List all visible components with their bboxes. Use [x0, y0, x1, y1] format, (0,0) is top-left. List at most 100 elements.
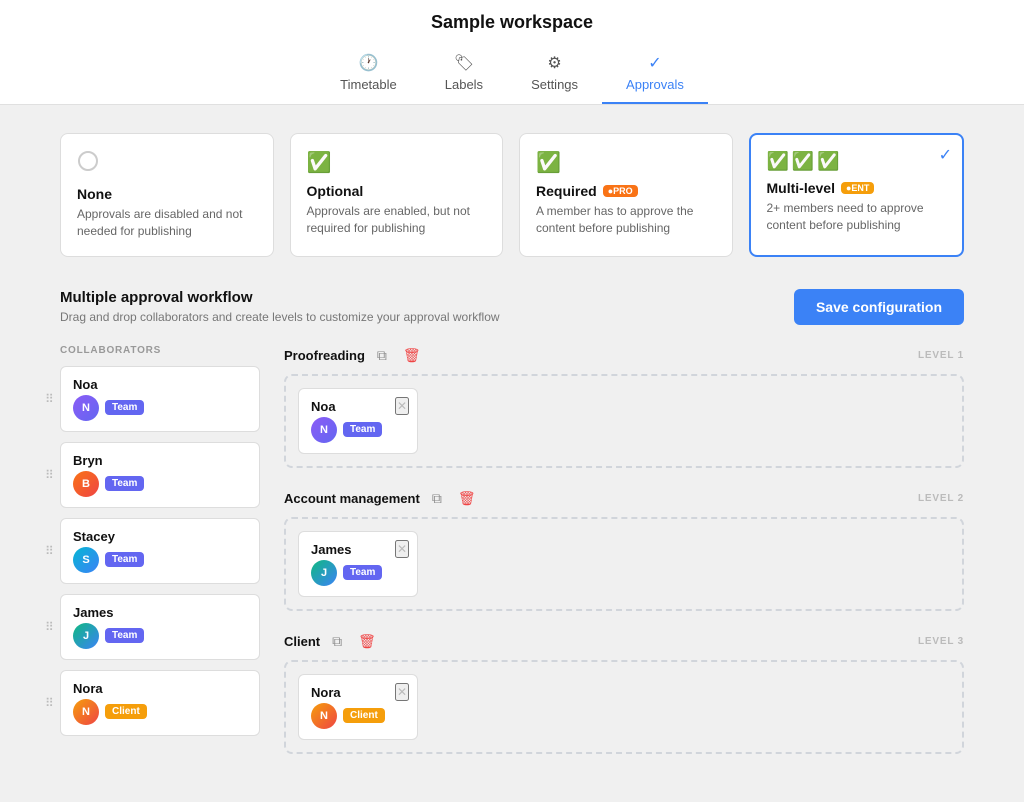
level-1-avatar-noa: N: [311, 417, 337, 443]
multilevel-icons: ✅ ✅ ✅: [767, 151, 947, 172]
level-2-section: Account management ⧉ 🗑 LEVEL 2 ✕ James J: [284, 488, 964, 611]
main-content: None Approvals are disabled and not need…: [0, 105, 1024, 802]
top-bar: Sample workspace 🕐 Timetable 🏷 Labels ⚙ …: [0, 0, 1024, 105]
collaborators-column: COLLABORATORS ⠿ Noa N Team ⠿ Bryn B: [60, 345, 260, 774]
tag-james: Team: [105, 628, 144, 643]
collaborator-stacey[interactable]: ⠿ Stacey S Team: [60, 518, 260, 584]
level-1-drop-zone[interactable]: ✕ Noa N Team: [284, 374, 964, 468]
drag-handle-noa[interactable]: ⠿: [45, 392, 54, 406]
level-1-label: LEVEL 1: [918, 350, 964, 361]
labels-icon: 🏷: [454, 53, 474, 73]
optional-desc: Approvals are enabled, but not required …: [307, 203, 487, 237]
multilevel-selected-check: ✓: [939, 145, 952, 165]
optional-icon: ✅: [307, 150, 487, 175]
avatar-james: J: [73, 623, 99, 649]
check-icon-3: ✅: [817, 151, 839, 172]
drag-handle-james[interactable]: ⠿: [45, 620, 54, 634]
level-3-member-nora-close[interactable]: ✕: [395, 683, 409, 701]
drag-handle-nora[interactable]: ⠿: [45, 696, 54, 710]
level-3-title: Client: [284, 634, 320, 649]
approval-card-multilevel[interactable]: ✓ ✅ ✅ ✅ Multi-level ●ENT 2+ members need…: [749, 133, 965, 257]
level-2-member-james-name: James: [311, 542, 382, 557]
level-3-section: Client ⧉ 🗑 LEVEL 3 ✕ Nora N Client: [284, 631, 964, 754]
avatar-bryn: B: [73, 471, 99, 497]
level-3-drop-zone[interactable]: ✕ Nora N Client: [284, 660, 964, 754]
level-3-delete-button[interactable]: 🗑: [354, 631, 380, 652]
tab-approvals-label: Approvals: [626, 77, 684, 92]
level-3-header: Client ⧉ 🗑 LEVEL 3: [284, 631, 964, 652]
collab-name-stacey: Stacey: [73, 529, 144, 544]
page-title: Sample workspace: [0, 12, 1024, 33]
approvals-icon: ✓: [648, 53, 661, 73]
level-1-title: Proofreading: [284, 348, 365, 363]
tag-bryn: Team: [105, 476, 144, 491]
approval-card-none[interactable]: None Approvals are disabled and not need…: [60, 133, 274, 257]
collab-name-james: James: [73, 605, 144, 620]
level-2-label: LEVEL 2: [918, 493, 964, 504]
drag-handle-bryn[interactable]: ⠿: [45, 468, 54, 482]
level-2-drop-zone[interactable]: ✕ James J Team: [284, 517, 964, 611]
level-1-member-noa: ✕ Noa N Team: [298, 388, 418, 454]
level-3-tag-nora: Client: [343, 708, 385, 723]
level-2-header: Account management ⧉ 🗑 LEVEL 2: [284, 488, 964, 509]
level-2-tag-james: Team: [343, 565, 382, 580]
level-3-member-nora: ✕ Nora N Client: [298, 674, 418, 740]
level-3-copy-button[interactable]: ⧉: [328, 631, 346, 652]
check-icon-1: ✅: [767, 151, 789, 172]
tab-settings[interactable]: ⚙ Settings: [507, 45, 602, 104]
level-2-avatar-james: J: [311, 560, 337, 586]
collaborator-noa[interactable]: ⠿ Noa N Team: [60, 366, 260, 432]
save-configuration-button[interactable]: Save configuration: [794, 289, 964, 325]
required-title: Required ●PRO: [536, 183, 716, 199]
multilevel-title: Multi-level ●ENT: [767, 180, 947, 196]
level-3-avatar-nora: N: [311, 703, 337, 729]
approval-card-required[interactable]: ✅ Required ●PRO A member has to approve …: [519, 133, 733, 257]
drag-handle-stacey[interactable]: ⠿: [45, 544, 54, 558]
timetable-icon: 🕐: [358, 53, 378, 73]
level-1-delete-button[interactable]: 🗑: [399, 345, 425, 366]
tab-timetable[interactable]: 🕐 Timetable: [316, 45, 421, 104]
collab-name-noa: Noa: [73, 377, 144, 392]
approval-card-optional[interactable]: ✅ Optional Approvals are enabled, but no…: [290, 133, 504, 257]
tag-noa: Team: [105, 400, 144, 415]
avatar-noa: N: [73, 395, 99, 421]
workflow-info: Multiple approval workflow Drag and drop…: [60, 289, 500, 324]
tabs-container: 🕐 Timetable 🏷 Labels ⚙ Settings ✓ Approv…: [0, 45, 1024, 104]
level-1-tag-noa: Team: [343, 422, 382, 437]
level-1-header: Proofreading ⧉ 🗑 LEVEL 1: [284, 345, 964, 366]
level-2-delete-button[interactable]: 🗑: [454, 488, 480, 509]
check-icon-2: ✅: [792, 151, 814, 172]
none-title: None: [77, 186, 257, 202]
level-2-member-james-close[interactable]: ✕: [395, 540, 409, 558]
level-3-label: LEVEL 3: [918, 636, 964, 647]
tab-settings-label: Settings: [531, 77, 578, 92]
required-desc: A member has to approve the content befo…: [536, 203, 716, 237]
workflow-body: COLLABORATORS ⠿ Noa N Team ⠿ Bryn B: [60, 345, 964, 774]
collaborator-james[interactable]: ⠿ James J Team: [60, 594, 260, 660]
workflow-desc: Drag and drop collaborators and create l…: [60, 310, 500, 324]
level-1-member-noa-name: Noa: [311, 399, 382, 414]
collaborators-label: COLLABORATORS: [60, 345, 260, 356]
level-1-member-noa-close[interactable]: ✕: [395, 397, 409, 415]
level-2-member-james: ✕ James J Team: [298, 531, 418, 597]
levels-column: Proofreading ⧉ 🗑 LEVEL 1 ✕ Noa N Team: [284, 345, 964, 774]
avatar-stacey: S: [73, 547, 99, 573]
level-1-copy-button[interactable]: ⧉: [373, 345, 391, 366]
collaborator-bryn[interactable]: ⠿ Bryn B Team: [60, 442, 260, 508]
required-icon: ✅: [536, 150, 716, 175]
tab-approvals[interactable]: ✓ Approvals: [602, 45, 708, 104]
workflow-title: Multiple approval workflow: [60, 289, 500, 306]
pro-badge: ●PRO: [603, 185, 638, 197]
settings-icon: ⚙: [547, 53, 561, 73]
ent-badge: ●ENT: [841, 182, 874, 194]
collab-name-bryn: Bryn: [73, 453, 144, 468]
tab-labels-label: Labels: [445, 77, 483, 92]
tab-labels[interactable]: 🏷 Labels: [421, 45, 507, 104]
none-icon: [77, 150, 257, 178]
collaborator-nora[interactable]: ⠿ Nora N Client: [60, 670, 260, 736]
level-2-copy-button[interactable]: ⧉: [428, 488, 446, 509]
workflow-header: Multiple approval workflow Drag and drop…: [60, 289, 964, 325]
tag-nora: Client: [105, 704, 147, 719]
optional-title: Optional: [307, 183, 487, 199]
level-2-title: Account management: [284, 491, 420, 506]
